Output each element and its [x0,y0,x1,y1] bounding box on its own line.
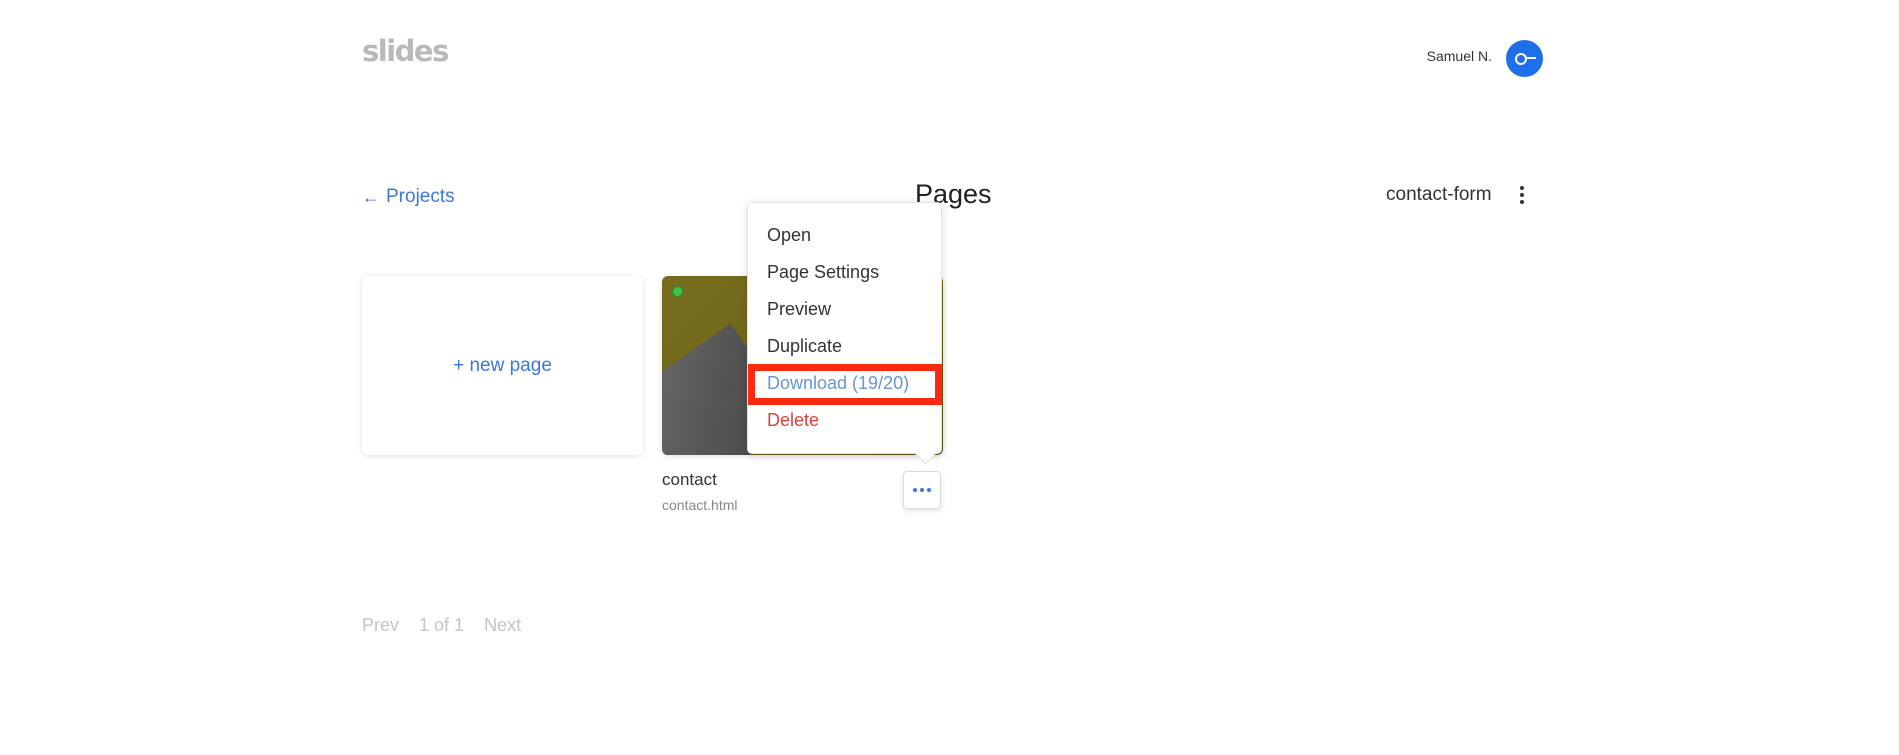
menu-item-open[interactable]: Open [748,217,941,254]
project-name: contact-form [1386,184,1492,205]
status-dot-icon [672,286,683,297]
more-vertical-icon[interactable] [1512,183,1532,207]
menu-item-page-settings[interactable]: Page Settings [748,254,941,291]
arrow-left-icon: ← [362,186,380,207]
prev-button[interactable]: Prev [362,615,399,636]
more-horizontal-icon [913,488,917,492]
page-filename: contact.html [662,497,738,513]
pagination: Prev 1 of 1 Next [362,615,521,636]
page-context-menu: Open Page Settings Preview Duplicate Dow… [747,202,942,454]
avatar-face-icon[interactable] [1506,40,1543,77]
new-page-card[interactable]: + new page [362,276,643,455]
page-indicator: 1 of 1 [419,615,465,635]
kebab-dot [1520,200,1524,204]
menu-item-download[interactable]: Download (19/20) [748,365,941,402]
avatar-mouth [1527,57,1536,59]
kebab-dot [1520,193,1524,197]
user-name[interactable]: Samuel N. [1400,48,1492,64]
page-options-button[interactable] [903,471,941,509]
avatar-eye [1515,53,1527,65]
menu-item-delete[interactable]: Delete [748,402,941,439]
back-to-projects-link[interactable]: ← Projects [362,186,455,208]
menu-item-preview[interactable]: Preview [748,291,941,328]
more-horizontal-icon [927,488,931,492]
kebab-dot [1520,186,1524,190]
next-button[interactable]: Next [484,615,521,636]
more-horizontal-icon [920,488,924,492]
menu-item-duplicate[interactable]: Duplicate [748,328,941,365]
back-link-label: Projects [386,186,455,207]
page-name: contact [662,470,717,489]
app-logo[interactable]: slides [362,34,449,68]
